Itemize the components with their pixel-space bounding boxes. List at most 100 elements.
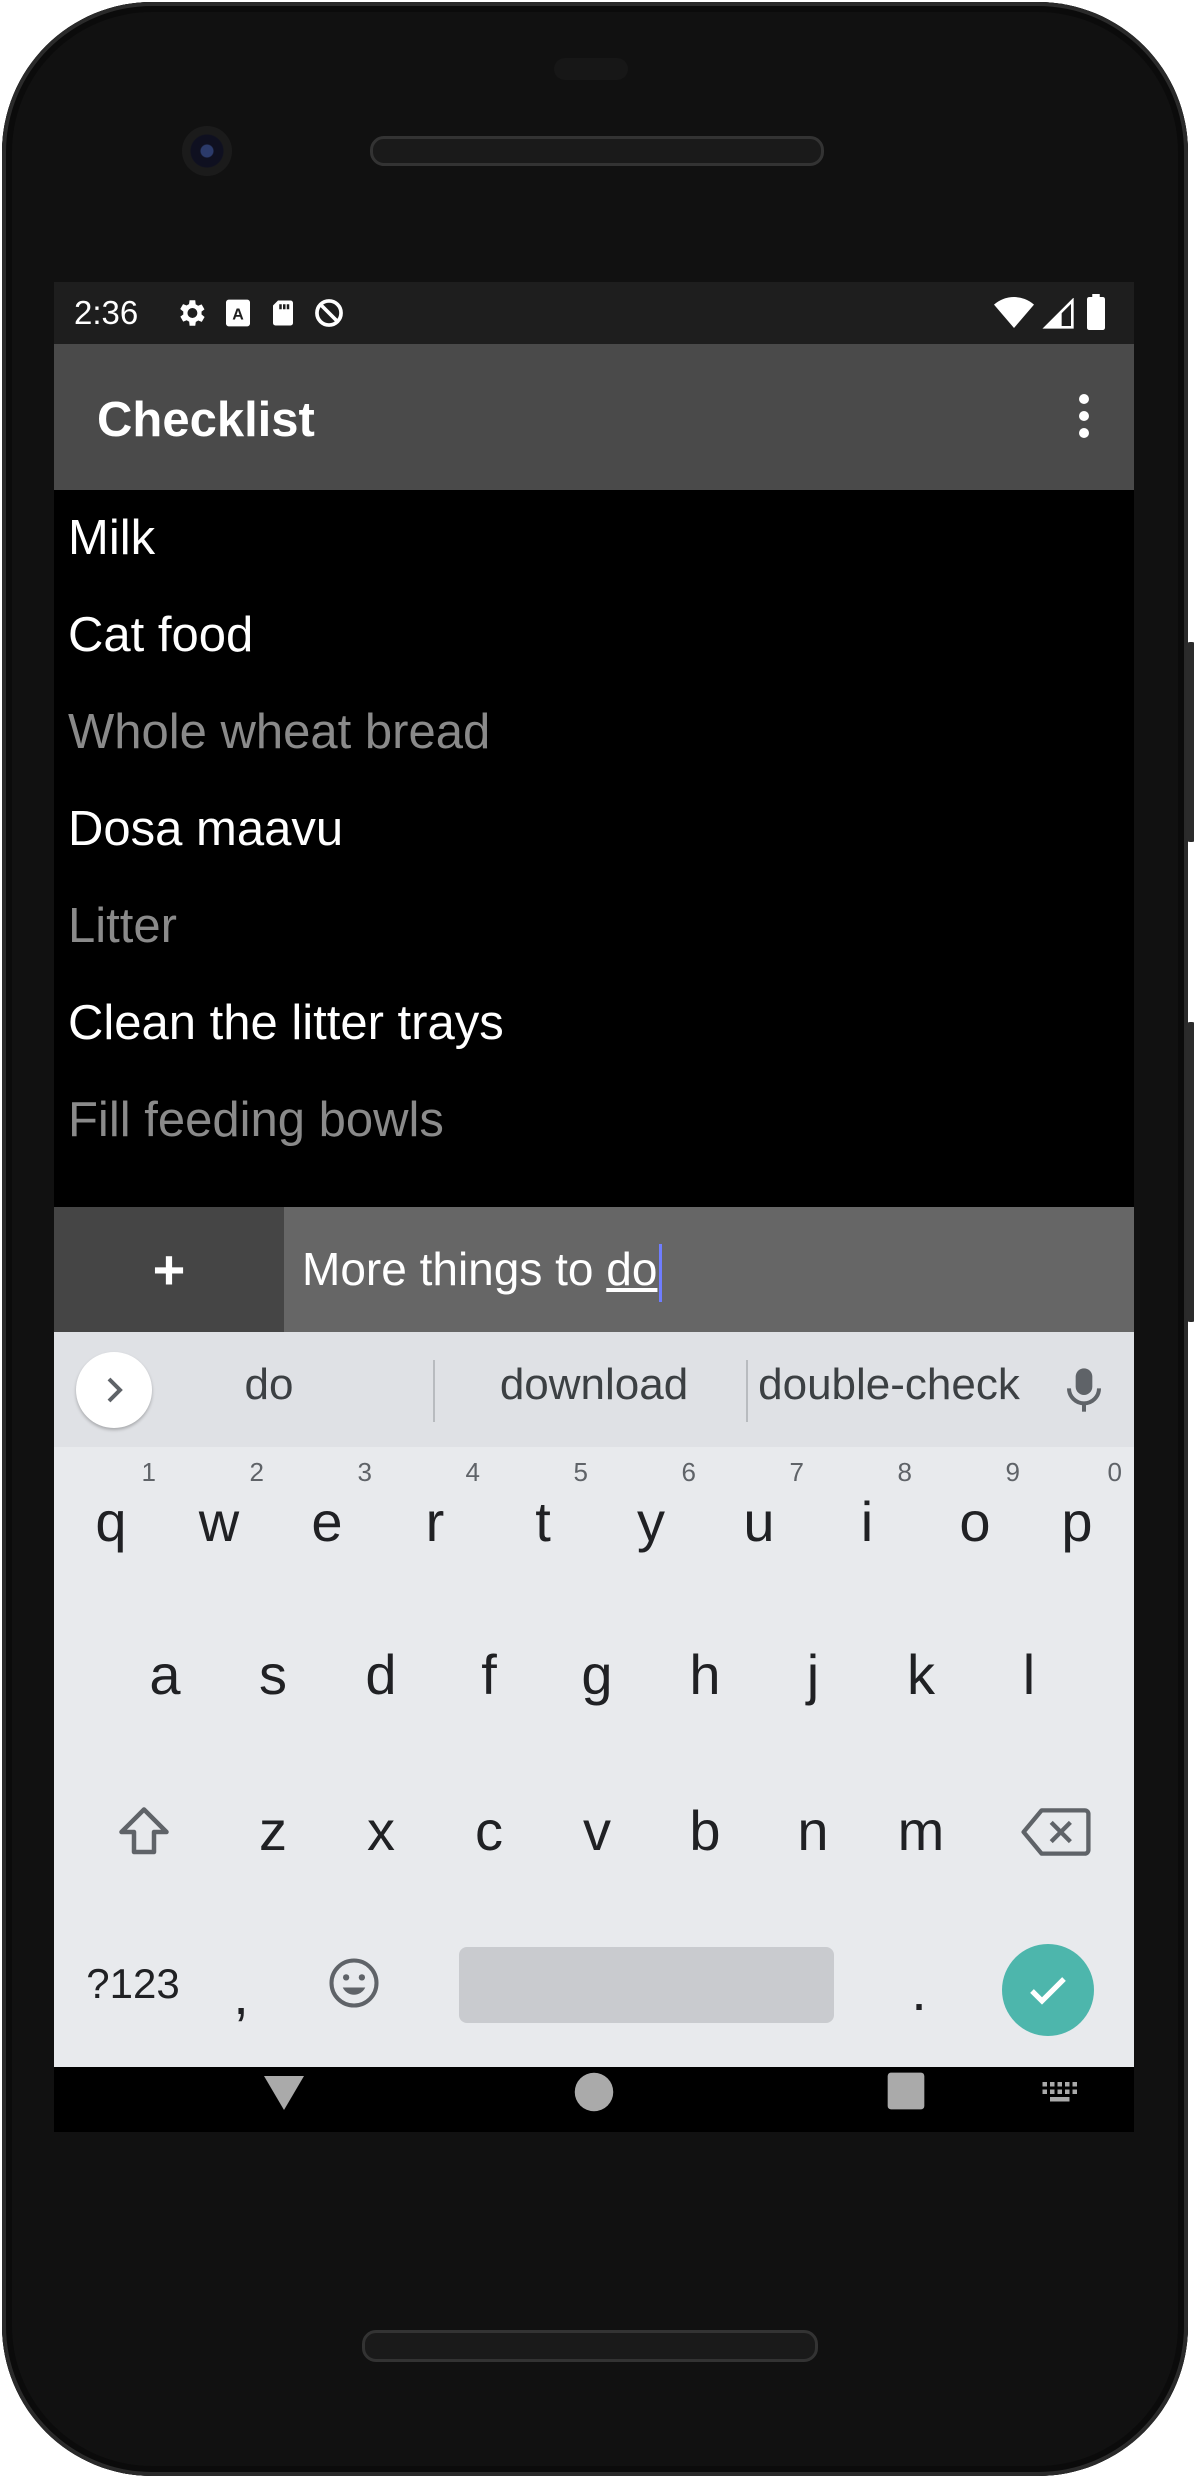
key-d[interactable]: d — [328, 1600, 434, 1750]
key-t[interactable]: 5t — [490, 1447, 596, 1597]
key-hint: 5 — [573, 1457, 588, 1487]
back-icon[interactable] — [260, 2071, 308, 2113]
key-b[interactable]: b — [652, 1756, 758, 1906]
key-a[interactable]: a — [112, 1600, 218, 1750]
app-title: Checklist — [97, 393, 315, 447]
chevron-right-icon[interactable] — [76, 1352, 152, 1428]
key-hint: 3 — [357, 1457, 372, 1487]
key-w[interactable]: 2w — [166, 1447, 272, 1597]
key-v[interactable]: v — [544, 1756, 650, 1906]
front-camera — [182, 126, 232, 176]
key-h[interactable]: h — [652, 1600, 758, 1750]
text-caret — [659, 1243, 663, 1302]
key-o[interactable]: 9o — [922, 1447, 1028, 1597]
key-r[interactable]: 4r — [382, 1447, 488, 1597]
backspace-icon — [1021, 1808, 1091, 1856]
key-i[interactable]: 8i — [814, 1447, 920, 1597]
key-label: g — [581, 1643, 613, 1706]
key-label: . — [911, 1959, 927, 2022]
suggestion-2[interactable]: download — [444, 1360, 744, 1410]
key-label: j — [806, 1643, 820, 1706]
earpiece-speaker — [370, 136, 824, 166]
key-l[interactable]: l — [976, 1600, 1082, 1750]
emoji-key[interactable] — [299, 1902, 409, 2052]
key-g[interactable]: g — [544, 1600, 650, 1750]
key-u[interactable]: 7u — [706, 1447, 812, 1597]
shift-key[interactable] — [84, 1756, 194, 1906]
key-z[interactable]: z — [220, 1756, 326, 1906]
key-label: ?123 — [86, 1960, 180, 2007]
key-label: , — [233, 1963, 249, 2026]
power-button — [1186, 642, 1194, 842]
list-item-checked[interactable]: Fill feeding bowls — [68, 1072, 1108, 1169]
sd-card-icon — [268, 296, 298, 338]
wifi-icon — [994, 296, 1034, 338]
space-key[interactable] — [459, 1947, 834, 2023]
list-item[interactable]: Clean the litter trays — [68, 975, 1108, 1072]
list-item-checked[interactable]: Litter — [68, 878, 1108, 975]
key-m[interactable]: m — [868, 1756, 974, 1906]
period-key[interactable]: . — [874, 1902, 964, 2052]
suggestion-1[interactable]: do — [214, 1360, 324, 1410]
suggestion-divider — [746, 1360, 748, 1422]
bottom-speaker — [362, 2330, 818, 2362]
status-time: 2:36 — [74, 294, 139, 331]
status-bar: 2:36 A — [54, 282, 1134, 344]
key-label: x — [367, 1799, 395, 1862]
list-item-checked[interactable]: Whole wheat bread — [68, 684, 1108, 781]
key-label: u — [743, 1490, 775, 1553]
key-e[interactable]: 3e — [274, 1447, 380, 1597]
key-label: r — [425, 1490, 445, 1553]
key-label: k — [907, 1643, 935, 1706]
key-c[interactable]: c — [436, 1756, 542, 1906]
keyboard-switch-icon[interactable] — [1039, 2079, 1085, 2109]
key-n[interactable]: n — [760, 1756, 866, 1906]
key-q[interactable]: 1q — [58, 1447, 164, 1597]
key-f[interactable]: f — [436, 1600, 542, 1750]
signal-icon — [1042, 297, 1076, 338]
key-s[interactable]: s — [220, 1600, 326, 1750]
list-item[interactable]: Cat food — [68, 587, 1108, 684]
key-label: q — [95, 1490, 127, 1553]
key-hint: 6 — [681, 1457, 696, 1487]
key-label: i — [860, 1490, 874, 1553]
input-composing-text: do — [606, 1243, 658, 1295]
enter-key[interactable] — [1002, 1944, 1094, 2036]
comma-key[interactable]: , — [196, 1902, 286, 2052]
list-item[interactable]: Dosa maavu — [68, 781, 1108, 878]
home-icon[interactable] — [573, 2071, 615, 2113]
key-hint: 0 — [1107, 1457, 1122, 1487]
key-p[interactable]: 0p — [1024, 1447, 1130, 1597]
new-item-input[interactable]: More things to do — [302, 1207, 663, 1332]
microphone-icon[interactable] — [1064, 1364, 1104, 1421]
suggestion-strip: do download double-check — [54, 1332, 1134, 1447]
key-label: t — [535, 1490, 551, 1553]
key-label: l — [1022, 1643, 1036, 1706]
screen: 2:36 A Checklist Milk Cat food Whole whe… — [54, 282, 1134, 2132]
navigation-bar — [54, 2067, 1134, 2132]
phone-frame: 2:36 A Checklist Milk Cat food Whole whe… — [2, 2, 1194, 2476]
backspace-key[interactable] — [994, 1756, 1114, 1906]
key-label: p — [1061, 1490, 1093, 1553]
list-item[interactable]: Milk — [68, 490, 1108, 587]
suggestion-3[interactable]: double-check — [754, 1360, 1024, 1410]
key-hint: 8 — [897, 1457, 912, 1487]
key-y[interactable]: 6y — [598, 1447, 704, 1597]
key-label: s — [259, 1643, 287, 1706]
key-k[interactable]: k — [868, 1600, 974, 1750]
suggestion-divider — [433, 1360, 435, 1422]
key-label: w — [198, 1490, 240, 1553]
key-label: c — [475, 1799, 503, 1862]
key-j[interactable]: j — [760, 1600, 866, 1750]
emoji-icon — [329, 1958, 379, 2008]
key-label: n — [797, 1799, 829, 1862]
check-icon — [1030, 1977, 1066, 2005]
volume-button — [1186, 1022, 1194, 1322]
gear-icon — [174, 296, 208, 338]
add-item-button[interactable]: + — [54, 1207, 284, 1332]
symbols-key[interactable]: ?123 — [68, 1902, 198, 2052]
key-label: o — [959, 1490, 991, 1553]
recents-icon[interactable] — [886, 2071, 926, 2111]
more-vert-icon[interactable] — [1074, 394, 1094, 444]
key-x[interactable]: x — [328, 1756, 434, 1906]
